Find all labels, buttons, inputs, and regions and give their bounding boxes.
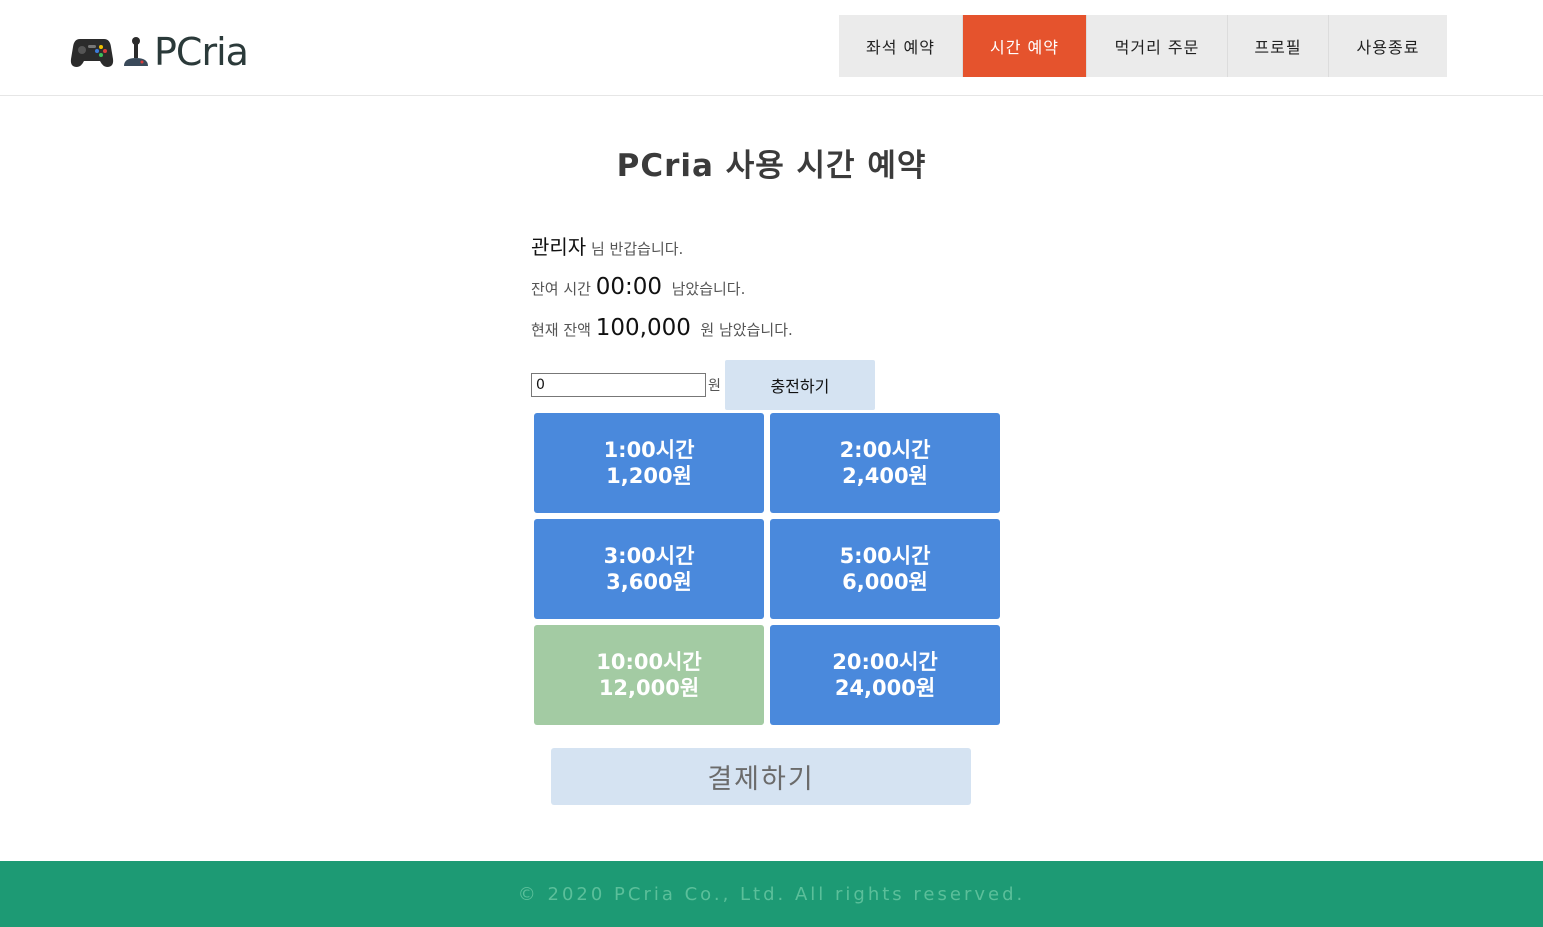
charge-amount-input[interactable] (531, 373, 706, 397)
remaining-time-line: 잔여 시간 00:00 남았습니다. (531, 274, 745, 300)
option-time: 2:00시간 (839, 438, 931, 462)
nav-time-reservation[interactable]: 시간 예약 (963, 15, 1087, 77)
charge-button[interactable]: 충전하기 (724, 360, 875, 410)
charge-unit: 원 (708, 378, 721, 394)
remaining-time-suffix: 남았습니다. (671, 280, 746, 298)
option-price: 1,200원 (606, 464, 692, 488)
option-price: 3,600원 (606, 570, 692, 594)
time-option-1h[interactable]: 1:00시간 1,200원 (534, 413, 764, 513)
option-time: 3:00시간 (603, 544, 695, 568)
option-price: 2,400원 (842, 464, 928, 488)
option-price: 12,000원 (598, 676, 700, 700)
nav-logout[interactable]: 사용종료 (1329, 15, 1447, 77)
balance-label: 현재 잔액 (531, 321, 591, 339)
balance-value: 100,000 (595, 315, 691, 341)
option-price: 6,000원 (842, 570, 928, 594)
remaining-time-value: 00:00 (595, 274, 663, 300)
main-nav: 좌석 예약 시간 예약 먹거리 주문 프로필 사용종료 (839, 15, 1447, 77)
time-option-3h[interactable]: 3:00시간 3,600원 (534, 519, 764, 619)
site-footer: © 2020 PCria Co., Ltd. All rights reserv… (0, 861, 1543, 927)
option-time: 10:00시간 (596, 650, 702, 674)
greeting-suffix: 님 반갑습니다. (590, 240, 684, 258)
joystick-icon (124, 37, 148, 66)
nav-seat-reservation[interactable]: 좌석 예약 (839, 15, 963, 77)
time-option-grid: 1:00시간 1,200원 2:00시간 2,400원 3:00시간 3,600… (534, 413, 1000, 725)
option-price: 24,000원 (834, 676, 936, 700)
page-title: PCria 사용 시간 예약 (616, 148, 927, 184)
time-option-5h[interactable]: 5:00시간 6,000원 (770, 519, 1000, 619)
logo[interactable]: PCria (70, 30, 249, 74)
site-header: PCria 좌석 예약 시간 예약 먹거리 주문 프로필 사용종료 (0, 0, 1543, 96)
balance-line: 현재 잔액 100,000 원 남았습니다. (531, 315, 793, 341)
nav-food-order[interactable]: 먹거리 주문 (1087, 15, 1228, 77)
balance-suffix: 원 남았습니다. (700, 321, 793, 339)
time-option-2h[interactable]: 2:00시간 2,400원 (770, 413, 1000, 513)
option-time: 20:00시간 (832, 650, 938, 674)
time-option-20h[interactable]: 20:00시간 24,000원 (770, 625, 1000, 725)
option-time: 1:00시간 (603, 438, 695, 462)
greeting-line: 관리자 님 반갑습니다. (531, 231, 683, 260)
time-option-10h[interactable]: 10:00시간 12,000원 (534, 625, 764, 725)
gamepad-icon (70, 39, 114, 67)
copyright-text: © 2020 PCria Co., Ltd. All rights reserv… (517, 883, 1026, 905)
pay-button[interactable]: 결제하기 (551, 748, 971, 805)
remaining-time-label: 잔여 시간 (531, 280, 591, 298)
user-name: 관리자 (531, 235, 587, 259)
charge-form: 원 충전하기 (531, 360, 875, 410)
nav-profile[interactable]: 프로필 (1228, 15, 1329, 77)
option-time: 5:00시간 (839, 544, 931, 568)
brand-name: PCria (154, 30, 249, 74)
